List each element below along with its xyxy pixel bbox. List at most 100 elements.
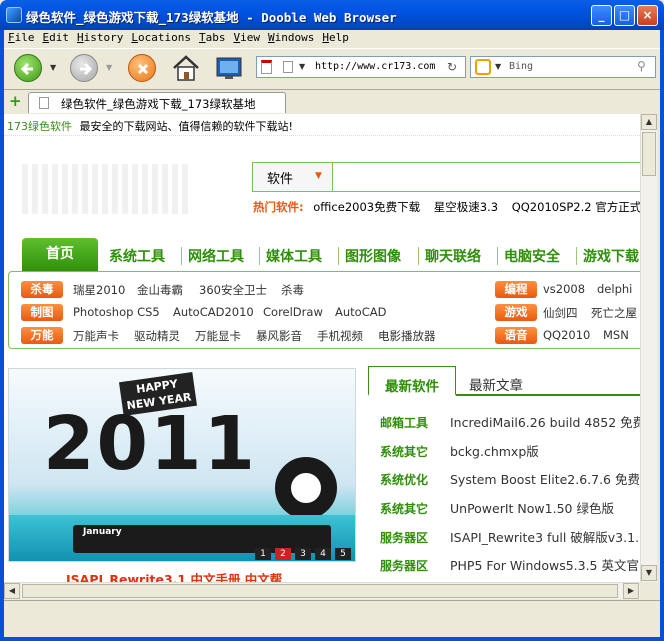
- latest-row[interactable]: 系统优化 System Boost Elite2.6.7.6 免费: [380, 469, 640, 488]
- brand-link[interactable]: 173绿色软件: [7, 120, 72, 133]
- quick-link[interactable]: delphi: [597, 282, 632, 296]
- maximize-button[interactable]: □: [614, 5, 635, 26]
- hot-link[interactable]: QQ2010SP2.2 官方正式: [512, 200, 640, 214]
- site-search-input[interactable]: [333, 163, 640, 191]
- pager-1[interactable]: 1: [255, 548, 271, 560]
- close-button[interactable]: ×: [637, 5, 658, 26]
- back-button[interactable]: [14, 54, 42, 82]
- desktop-icon[interactable]: [216, 56, 242, 80]
- forward-dropdown-icon[interactable]: ▼: [106, 63, 112, 72]
- latest-title: UnPowerIt Now1.50 绿色版: [450, 501, 614, 516]
- category-select[interactable]: 软件 ▼: [253, 163, 333, 191]
- window-frame-bottom: [0, 637, 664, 641]
- nav-games[interactable]: 游戏下载: [583, 246, 639, 266]
- quick-link[interactable]: 暴风影音: [256, 328, 302, 344]
- nav-media-tools[interactable]: 媒体工具: [266, 246, 322, 266]
- quick-link[interactable]: 金山毒霸: [137, 282, 183, 298]
- nav-home[interactable]: 首页: [22, 238, 98, 272]
- quick-link[interactable]: QQ2010: [543, 328, 590, 342]
- hot-link[interactable]: office2003免费下载: [313, 200, 420, 214]
- latest-row[interactable]: 服务器区 ISAPI_Rewrite3 full 破解版v3.1.: [380, 527, 639, 546]
- url-bar[interactable]: ▼ http://www.cr173.com ↻: [256, 56, 466, 78]
- scroll-down-icon[interactable]: ▼: [641, 565, 657, 581]
- site-nav: 首页 系统工具 网络工具 媒体工具 图形图像 聊天联络 电脑安全 游戏下载: [18, 238, 640, 272]
- latest-category: 系统优化: [380, 473, 429, 487]
- quick-link[interactable]: AutoCAD2010: [173, 305, 254, 319]
- page-icon: [283, 61, 293, 73]
- category-value: 软件: [267, 172, 294, 187]
- quick-link[interactable]: CorelDraw: [263, 305, 323, 319]
- horizontal-scrollbar[interactable]: ◀ ▶: [4, 582, 640, 599]
- search-icon[interactable]: ⚲: [637, 59, 646, 73]
- hot-link[interactable]: 星空极速3.3: [434, 200, 498, 214]
- quick-link[interactable]: 万能显卡: [195, 328, 241, 344]
- badge-graphics[interactable]: 制图: [21, 304, 63, 321]
- nav-network-tools[interactable]: 网络工具: [188, 246, 244, 266]
- tab-latest-articles[interactable]: 最新文章: [456, 366, 536, 396]
- badge-antivirus[interactable]: 杀毒: [21, 281, 63, 298]
- badge-games[interactable]: 游戏: [495, 304, 537, 321]
- window-frame-right: [660, 30, 664, 641]
- quick-link[interactable]: 手机视频: [317, 328, 363, 344]
- latest-row[interactable]: 邮箱工具 IncrediMail6.26 build 4852 免费: [380, 412, 640, 431]
- quick-link[interactable]: 仙剑四: [543, 305, 578, 321]
- vertical-scroll-thumb[interactable]: [642, 132, 656, 176]
- tab-latest-software[interactable]: 最新软件: [368, 366, 456, 396]
- menu-view[interactable]: View: [229, 30, 264, 44]
- scroll-left-icon[interactable]: ◀: [4, 583, 20, 599]
- quick-link[interactable]: 电影播放器: [378, 328, 436, 344]
- tab-main[interactable]: 绿色软件_绿色游戏下载_173绿软基地: [28, 92, 286, 113]
- new-tab-icon[interactable]: +: [9, 92, 22, 110]
- menu-locations[interactable]: Locations: [127, 30, 195, 44]
- nav-system-tools[interactable]: 系统工具: [109, 246, 165, 266]
- nav-chat[interactable]: 聊天联络: [425, 246, 481, 266]
- latest-row[interactable]: 服务器区 PHP5 For Windows5.3.5 英文官: [380, 555, 639, 574]
- pager-5[interactable]: 5: [335, 548, 351, 560]
- quick-link[interactable]: 杀毒: [281, 282, 304, 298]
- scroll-right-icon[interactable]: ▶: [623, 583, 639, 599]
- pager-3[interactable]: 3: [295, 548, 311, 560]
- quick-link[interactable]: 驱动精灵: [134, 328, 180, 344]
- url-dropdown-icon[interactable]: ▼: [299, 62, 305, 71]
- quick-link[interactable]: vs2008: [543, 282, 585, 296]
- bookmark-icon[interactable]: [261, 60, 272, 74]
- vertical-scrollbar[interactable]: ▲ ▼: [640, 114, 657, 582]
- menu-help[interactable]: Help: [318, 30, 353, 44]
- search-engine-icon[interactable]: [475, 59, 491, 75]
- badge-programming[interactable]: 编程: [495, 281, 537, 298]
- quick-link[interactable]: Photoshop CS5: [73, 305, 160, 319]
- forward-button[interactable]: [70, 54, 98, 82]
- home-icon[interactable]: [171, 53, 201, 83]
- nav-graphics[interactable]: 图形图像: [345, 246, 401, 266]
- back-dropdown-icon[interactable]: ▼: [50, 63, 56, 72]
- horizontal-scroll-thumb[interactable]: [22, 584, 618, 598]
- quick-link[interactable]: 万能声卡: [73, 328, 119, 344]
- latest-category: 服务器区: [380, 531, 429, 545]
- pager-4[interactable]: 4: [315, 548, 331, 560]
- quick-link[interactable]: MSN: [603, 328, 629, 342]
- search-bar[interactable]: ▼ Bing ⚲: [470, 56, 656, 78]
- engine-dropdown-icon[interactable]: ▼: [495, 62, 501, 71]
- reload-icon[interactable]: ↻: [447, 60, 457, 74]
- pager-2[interactable]: 2: [275, 548, 291, 560]
- nav-security[interactable]: 电脑安全: [504, 246, 560, 266]
- menu-history[interactable]: History: [73, 30, 127, 44]
- latest-row[interactable]: 系统其它 bckg.chmxp版: [380, 441, 539, 460]
- minimize-button[interactable]: _: [591, 5, 612, 26]
- quick-link[interactable]: AutoCAD: [335, 305, 386, 319]
- scroll-up-icon[interactable]: ▲: [641, 114, 657, 130]
- category-dropdown-icon: ▼: [315, 171, 322, 181]
- menu-edit[interactable]: Edit: [39, 30, 74, 44]
- menu-tabs[interactable]: Tabs: [195, 30, 230, 44]
- menu-file[interactable]: File: [4, 30, 39, 44]
- badge-voice[interactable]: 语音: [495, 327, 537, 344]
- badge-universal[interactable]: 万能: [21, 327, 63, 344]
- banner-caption[interactable]: ISAPI_Rewrite3.1 中文手册 中文帮: [66, 569, 282, 582]
- latest-row[interactable]: 系统其它 UnPowerIt Now1.50 绿色版: [380, 498, 614, 517]
- quick-link[interactable]: 360安全卫士: [199, 282, 267, 298]
- quick-link[interactable]: 瑞星2010: [73, 282, 125, 298]
- promo-banner[interactable]: HAPPY NEW YEAR 2011 January 12345: [8, 368, 356, 562]
- quick-link[interactable]: 死亡之屋: [591, 305, 637, 321]
- stop-button[interactable]: [128, 54, 156, 82]
- menu-windows[interactable]: Windows: [264, 30, 318, 44]
